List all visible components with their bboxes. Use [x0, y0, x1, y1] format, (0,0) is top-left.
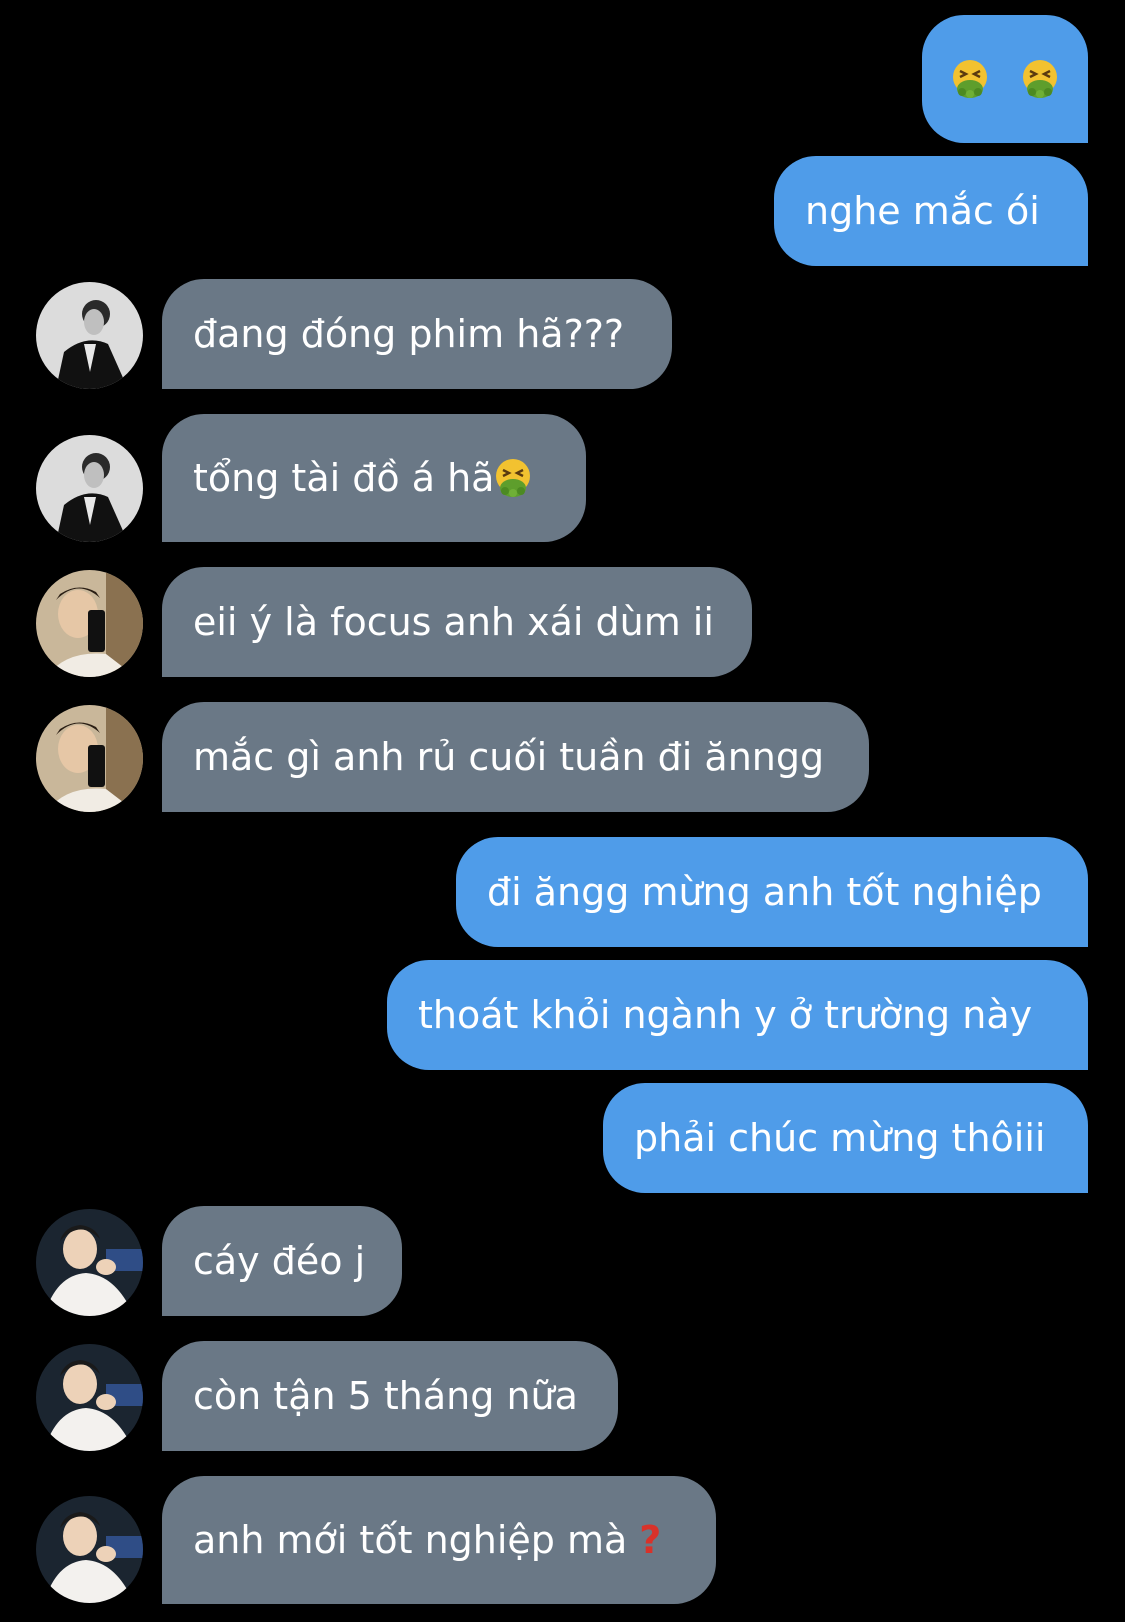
incoming-message[interactable]: mắc gì anh rủ cuối tuần đi ănngg: [162, 702, 869, 812]
question-mark-icon: ?: [639, 1518, 662, 1562]
avatar[interactable]: [36, 1344, 143, 1451]
avatar[interactable]: [36, 435, 143, 542]
message-text: mắc gì anh rủ cuối tuần đi ănngg: [193, 735, 825, 779]
message-text: eii ý là focus anh xái dùm ii: [193, 600, 714, 644]
message-text: đang đóng phim hã???: [193, 312, 625, 356]
face-vomiting-icon: [1021, 59, 1059, 99]
message-text: cáy đéo j: [193, 1239, 366, 1283]
incoming-message[interactable]: eii ý là focus anh xái dùm ii: [162, 567, 752, 677]
message-text: còn tận 5 tháng nữa: [193, 1374, 578, 1418]
incoming-message[interactable]: tổng tài đồ á hã: [162, 414, 586, 542]
message-text: phải chúc mừng thôiii: [634, 1116, 1046, 1160]
outgoing-message[interactable]: thoát khỏi ngành y ở trường này: [387, 960, 1088, 1070]
message-text: đi ăngg mừng anh tốt nghiệp: [487, 870, 1042, 914]
avatar[interactable]: [36, 1209, 143, 1316]
outgoing-message[interactable]: đi ăngg mừng anh tốt nghiệp: [456, 837, 1088, 947]
message-text: tổng tài đồ á hã: [193, 456, 495, 500]
outgoing-message[interactable]: phải chúc mừng thôiii: [603, 1083, 1088, 1193]
message-text: nghe mắc ói: [805, 189, 1040, 233]
face-vomiting-icon: [494, 458, 532, 498]
incoming-message[interactable]: cáy đéo j: [162, 1206, 402, 1316]
outgoing-message[interactable]: [922, 15, 1088, 143]
face-vomiting-icon: [951, 59, 989, 99]
avatar[interactable]: [36, 282, 143, 389]
message-text: anh mới tốt nghiệp mà: [193, 1518, 628, 1562]
chat-thread: nghe mắc ói đang đóng phim hã??? tổng tà…: [0, 0, 1125, 1622]
avatar[interactable]: [36, 570, 143, 677]
incoming-message[interactable]: đang đóng phim hã???: [162, 279, 672, 389]
outgoing-message[interactable]: nghe mắc ói: [774, 156, 1088, 266]
avatar[interactable]: [36, 705, 143, 812]
incoming-message[interactable]: còn tận 5 tháng nữa: [162, 1341, 618, 1451]
avatar[interactable]: [36, 1496, 143, 1603]
incoming-message[interactable]: anh mới tốt nghiệp mà ?: [162, 1476, 716, 1604]
message-text: thoát khỏi ngành y ở trường này: [418, 993, 1033, 1037]
